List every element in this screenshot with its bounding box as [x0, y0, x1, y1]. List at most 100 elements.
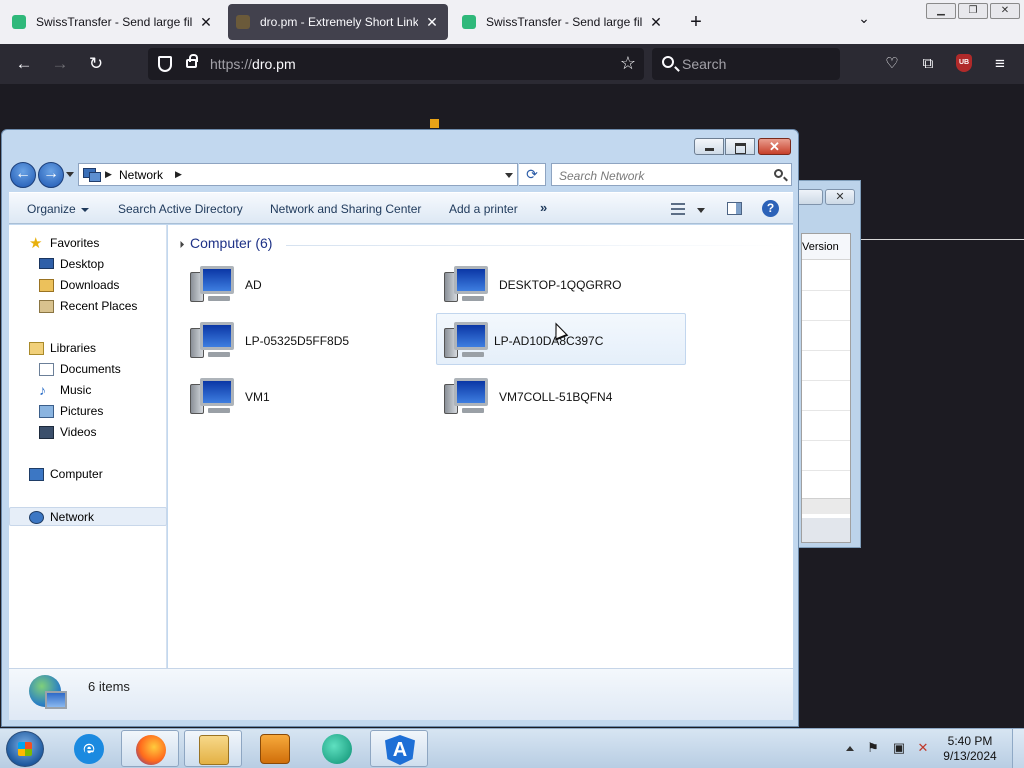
breadcrumb-separator-icon[interactable]: ▶ — [105, 169, 112, 180]
taskbar-media-player[interactable] — [246, 730, 304, 767]
preview-pane-icon[interactable] — [727, 202, 742, 215]
breadcrumb-network[interactable]: Network — [119, 168, 163, 182]
network-content-area: Computer (6) AD DESKTOP-1QQGRRO LP-05325… — [168, 225, 793, 668]
browser-navigation-bar: ← → ↻ https://dro.pm ☆ Search ♡ ⧉ UB ≡ — [0, 44, 1024, 84]
more-commands-button[interactable]: » — [540, 200, 547, 215]
tab-dro-pm[interactable]: dro.pm - Extremely Short Links ✕ — [228, 4, 448, 40]
computer-name: AD — [245, 278, 262, 292]
extensions-puzzle-icon[interactable]: ⧉ — [916, 52, 940, 76]
start-button-windows-icon[interactable] — [6, 731, 44, 767]
recent-pages-dropdown-icon[interactable] — [66, 172, 74, 177]
taskbar: e A ⚑ ▣ ✕ 5:40 PM 9/13/2024 — [0, 728, 1024, 768]
taskbar-firefox[interactable] — [121, 730, 179, 767]
organize-button[interactable]: Organize — [27, 202, 89, 216]
back-button[interactable]: ← — [10, 162, 36, 188]
taskbar-internet-explorer[interactable]: e — [60, 730, 118, 767]
ublock-origin-icon[interactable]: UB — [956, 54, 972, 72]
browser-minimize-button[interactable]: ▁ — [926, 3, 956, 19]
swisstransfer-favicon-icon — [12, 15, 26, 29]
search-active-directory-button[interactable]: Search Active Directory — [118, 202, 243, 216]
nav-videos[interactable]: Videos — [9, 423, 167, 442]
computer-icon — [444, 322, 492, 364]
view-options-dropdown-icon[interactable] — [697, 208, 705, 213]
address-history-dropdown-icon[interactable] — [505, 173, 513, 178]
maximize-button[interactable] — [725, 138, 755, 155]
hamburger-menu-icon[interactable]: ≡ — [988, 52, 1012, 76]
collapse-triangle-icon — [176, 240, 185, 248]
system-clock[interactable]: 5:40 PM 9/13/2024 — [940, 734, 1000, 764]
background-list-pane: Version — [801, 233, 851, 543]
nav-downloads[interactable]: Downloads — [9, 276, 167, 295]
forward-arrow-icon[interactable]: → — [48, 52, 72, 76]
nav-favorites[interactable]: ★ Favorites — [9, 234, 167, 253]
close-tab-icon[interactable]: ✕ — [198, 14, 214, 31]
browser-tab-strip: SwissTransfer - Send large files ✕ dro.p… — [0, 0, 1024, 44]
taskbar-angular-app[interactable]: A — [370, 730, 428, 767]
group-header-computer[interactable]: Computer (6) — [176, 235, 272, 251]
teal-app-icon — [322, 734, 352, 764]
nav-recent-places[interactable]: Recent Places — [9, 297, 167, 316]
new-tab-plus-icon[interactable]: + — [684, 10, 708, 34]
volume-muted-icon[interactable]: ✕ — [916, 741, 930, 755]
clock-time: 5:40 PM — [947, 734, 993, 748]
computer-tile[interactable]: DESKTOP-1QQGRRO — [426, 258, 676, 310]
forward-button[interactable]: → — [38, 162, 64, 188]
nav-desktop[interactable]: Desktop — [9, 255, 167, 274]
nav-pictures[interactable]: Pictures — [9, 402, 167, 421]
nav-network[interactable]: Network — [9, 507, 167, 526]
favorites-star-icon: ★ — [29, 235, 43, 252]
nav-music[interactable]: ♪ Music — [9, 381, 167, 400]
reload-icon[interactable]: ↻ — [84, 52, 108, 76]
computer-tile[interactable]: VM1 — [172, 370, 422, 422]
add-printer-button[interactable]: Add a printer — [449, 202, 518, 216]
tab-title: dro.pm - Extremely Short Links — [260, 15, 418, 29]
pocket-icon[interactable]: ♡ — [880, 52, 904, 76]
tracking-protection-shield-icon[interactable] — [158, 56, 172, 72]
horizontal-scrollbar[interactable] — [802, 498, 850, 514]
nav-documents[interactable]: Documents — [9, 360, 167, 379]
address-bar[interactable]: ▶ Network ▶ — [78, 163, 518, 186]
taskbar-windows-explorer[interactable] — [184, 730, 242, 767]
close-tab-icon[interactable]: ✕ — [648, 14, 664, 31]
grid-line — [802, 380, 850, 381]
secure-lock-icon[interactable] — [186, 54, 198, 68]
breadcrumb-separator-icon[interactable]: ▶ — [175, 169, 182, 180]
back-arrow-icon[interactable]: ← — [12, 52, 36, 76]
action-center-flag-icon[interactable]: ⚑ — [866, 741, 880, 755]
browser-close-button[interactable]: ✕ — [990, 3, 1020, 19]
browser-restore-button[interactable]: ❐ — [958, 3, 988, 19]
network-tray-icon[interactable]: ▣ — [892, 741, 906, 755]
close-tab-icon[interactable]: ✕ — [424, 14, 440, 31]
show-hidden-icons-chevron-icon[interactable] — [846, 746, 854, 751]
computer-tile[interactable]: LP-05325D5FF8D5 — [172, 314, 422, 366]
nav-computer[interactable]: Computer — [9, 465, 167, 484]
background-window[interactable]: ✕ Version — [798, 180, 861, 548]
tab-swisstransfer-2[interactable]: SwissTransfer - Send large files ✕ — [454, 4, 672, 40]
close-button[interactable]: ✕ — [758, 138, 791, 155]
tab-swisstransfer-1[interactable]: SwissTransfer - Send large files ✕ — [4, 4, 222, 40]
computer-tile[interactable]: AD — [172, 258, 422, 310]
status-band — [802, 518, 850, 542]
background-window-close-button[interactable]: ✕ — [825, 189, 855, 205]
computer-tile[interactable]: VM7COLL-51BQFN4 — [426, 370, 676, 422]
background-window-restore-button[interactable] — [799, 189, 823, 205]
show-desktop-button[interactable] — [1012, 729, 1024, 768]
search-network-input[interactable]: Search Network — [551, 163, 792, 186]
refresh-button[interactable]: ⟳ — [519, 163, 546, 186]
minimize-button[interactable] — [694, 138, 724, 155]
tab-title: SwissTransfer - Send large files — [486, 15, 642, 29]
column-header-version[interactable]: Version — [802, 234, 850, 260]
change-view-icon[interactable] — [671, 203, 685, 215]
nav-libraries[interactable]: Libraries — [9, 339, 167, 358]
url-text[interactable]: https://dro.pm — [210, 56, 296, 72]
dro-pm-favicon-icon — [236, 15, 250, 29]
url-bar[interactable]: https://dro.pm ☆ — [148, 48, 644, 80]
network-sharing-center-button[interactable]: Network and Sharing Center — [270, 202, 421, 216]
browser-search-box[interactable]: Search — [652, 48, 840, 80]
list-all-tabs-chevron-icon[interactable]: ⌄ — [854, 10, 874, 30]
help-icon[interactable]: ? — [762, 200, 779, 217]
search-icon[interactable] — [774, 169, 783, 178]
taskbar-teal-app[interactable] — [308, 730, 366, 767]
computer-icon — [444, 378, 492, 420]
bookmark-star-icon[interactable]: ☆ — [620, 53, 636, 74]
